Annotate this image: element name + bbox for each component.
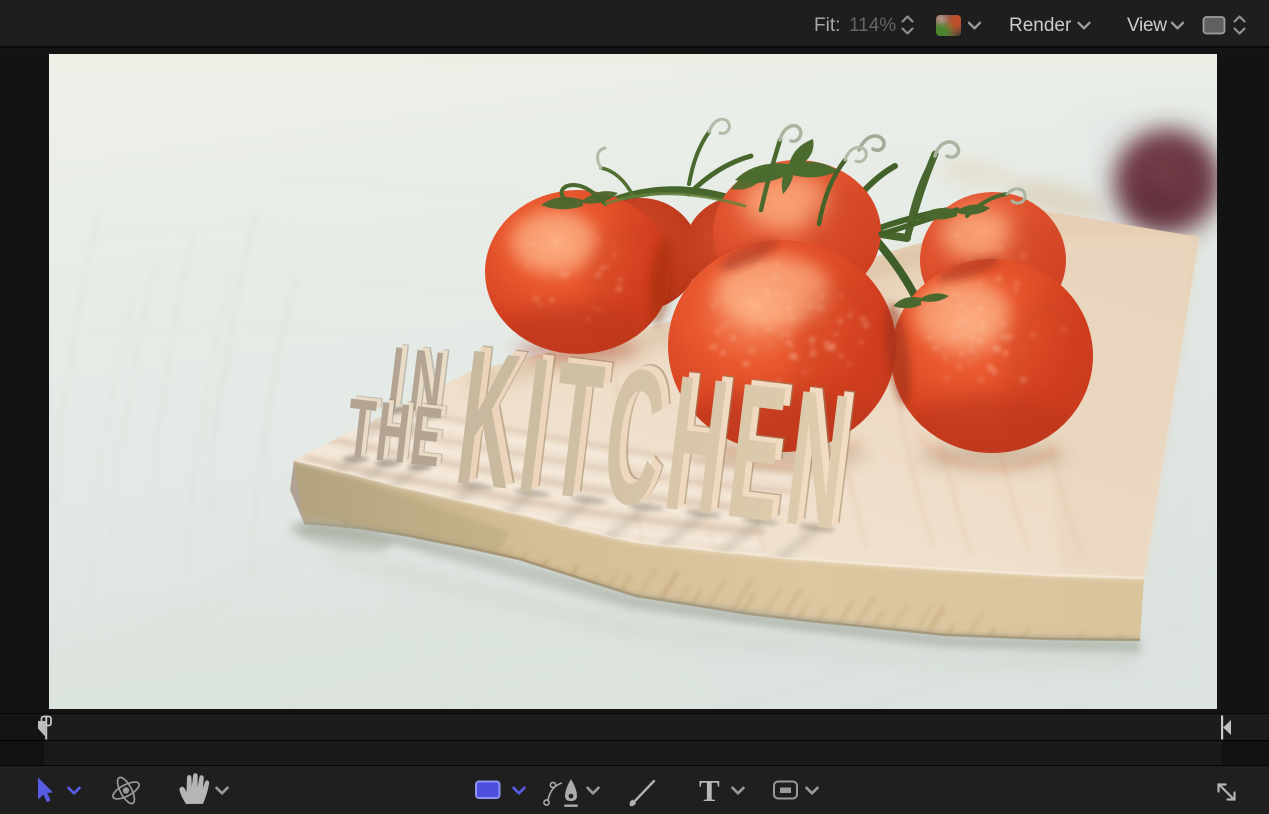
svg-text:THE: THE (342, 382, 449, 486)
svg-text:T: T (699, 773, 720, 808)
